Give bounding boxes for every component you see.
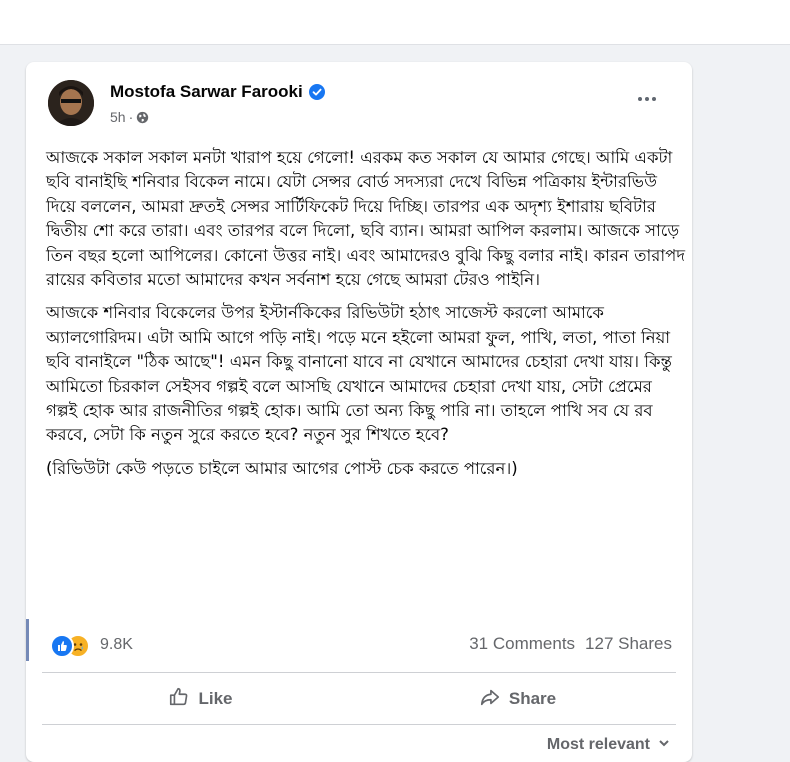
like-label: Like (198, 689, 233, 708)
shares-count[interactable]: 127 Shares (585, 634, 672, 654)
sort-label: Most relevant (546, 736, 650, 753)
divider (42, 724, 676, 725)
post-paragraph: (রিভিউটা কেউ পড়তে চাইলে আমার আগের পোস্ট… (46, 458, 518, 478)
more-icon[interactable] (630, 88, 664, 110)
post-time[interactable]: 5h (110, 109, 126, 125)
comments-count[interactable]: 31 Comments (469, 634, 575, 654)
globe-icon[interactable] (136, 111, 149, 124)
chevron-down-icon (658, 736, 670, 754)
share-label: Share (508, 689, 557, 708)
comment-sort-dropdown[interactable]: Most relevant (547, 736, 670, 754)
verified-icon (308, 84, 325, 100)
top-bar (0, 0, 790, 45)
share-icon (479, 686, 501, 713)
like-button[interactable]: Like (42, 680, 359, 718)
author-name[interactable]: Mostofa Sarwar Farooki (110, 82, 303, 102)
divider (42, 672, 676, 673)
post-paragraph: আজকে শনিবার বিকেলের উপর ইস্টার্নকিকের রি… (46, 303, 672, 445)
post-paragraph: আজকে সকাল সকাল মনটা খারাপ হয়ে গেলো! এরক… (46, 148, 686, 290)
avatar[interactable] (48, 80, 94, 126)
share-button[interactable]: Share (359, 680, 676, 718)
post-card: Mostofa Sarwar Farooki 5h · আজকে সকাল সক… (26, 62, 692, 762)
post-body: আজকে সকাল সকাল মনটা খারাপ হয়ে গেলো! এরক… (46, 146, 686, 490)
like-reaction-icon (50, 634, 74, 658)
reactions-count[interactable]: 9.8K (100, 636, 133, 654)
meta-separator: · (128, 109, 134, 125)
focus-indicator (26, 619, 29, 661)
action-bar: Like Share (42, 680, 676, 718)
reactions-summary[interactable]: 9.8K (50, 634, 133, 658)
like-icon (168, 686, 190, 713)
